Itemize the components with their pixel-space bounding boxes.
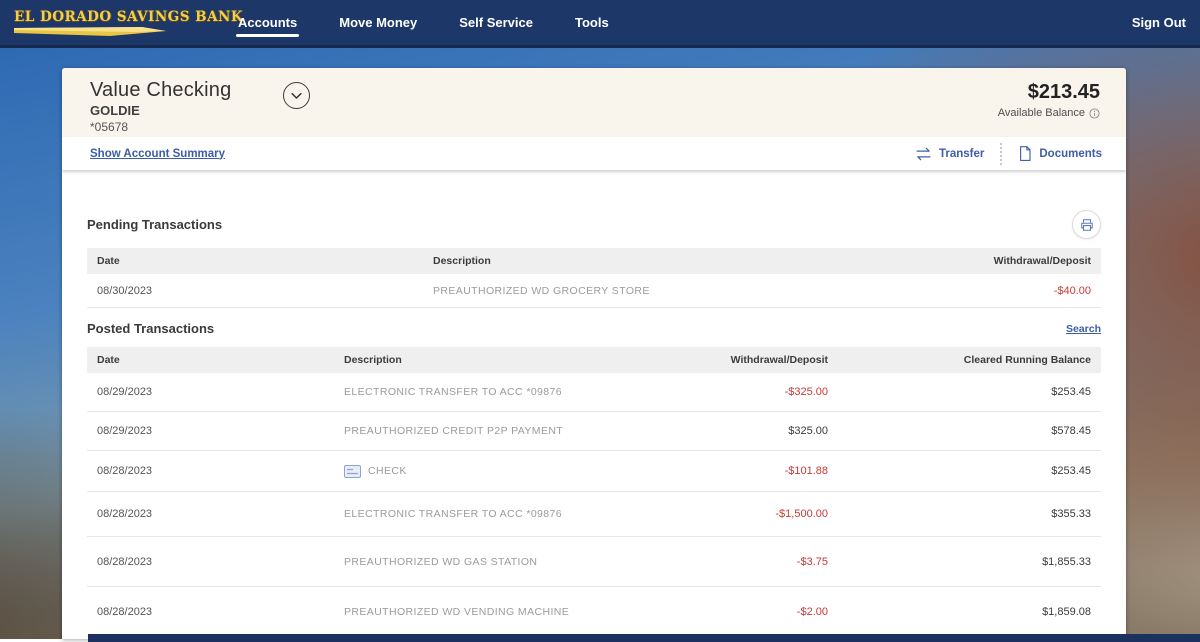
- nav-item-self-service[interactable]: Self Service: [457, 1, 535, 44]
- transaction-row[interactable]: 08/29/2023ELECTRONIC TRANSFER TO ACC *09…: [87, 373, 1101, 412]
- transaction-description: CHECK: [344, 465, 608, 478]
- transaction-description-text: PREAUTHORIZED WD GROCERY STORE: [433, 285, 650, 297]
- check-icon: [344, 465, 361, 478]
- transaction-running-balance: $578.45: [838, 425, 1101, 437]
- transaction-date: 08/30/2023: [87, 285, 433, 297]
- posted-transactions-title: Posted Transactions: [87, 321, 214, 336]
- transaction-description-text: PREAUTHORIZED CREDIT P2P PAYMENT: [344, 425, 563, 437]
- pending-transactions-table: Date Description Withdrawal/Deposit 08/3…: [87, 248, 1101, 308]
- transfer-icon: [915, 147, 932, 161]
- transaction-amount: -$2.00: [608, 606, 838, 618]
- transaction-date: 08/29/2023: [87, 425, 344, 437]
- sign-out-button[interactable]: Sign Out: [1132, 15, 1186, 30]
- transaction-amount: $325.00: [608, 425, 838, 437]
- transaction-description-text: ELECTRONIC TRANSFER TO ACC *09876: [344, 386, 562, 398]
- transaction-date: 08/28/2023: [87, 606, 344, 618]
- transaction-row[interactable]: 08/30/2023PREAUTHORIZED WD GROCERY STORE…: [87, 274, 1101, 308]
- transaction-description: PREAUTHORIZED WD VENDING MACHINE: [344, 606, 608, 618]
- transaction-description: PREAUTHORIZED CREDIT P2P PAYMENT: [344, 425, 608, 437]
- transaction-date: 08/28/2023: [87, 508, 344, 520]
- page-background: Value Checking GOLDIE *05678 $213.45 Ava…: [0, 48, 1200, 639]
- account-number: *05678: [90, 120, 231, 134]
- posted-transactions-table: Date Description Withdrawal/Deposit Clea…: [87, 347, 1101, 637]
- transaction-date: 08/29/2023: [87, 386, 344, 398]
- documents-button[interactable]: Documents: [1018, 146, 1102, 161]
- transaction-row[interactable]: 08/28/2023ELECTRONIC TRANSFER TO ACC *09…: [87, 492, 1101, 537]
- account-header: Value Checking GOLDIE *05678 $213.45 Ava…: [62, 68, 1126, 137]
- account-card: Value Checking GOLDIE *05678 $213.45 Ava…: [62, 68, 1126, 639]
- transaction-amount: -$101.88: [608, 465, 838, 477]
- bank-logo-text: EL DORADO SAVINGS BANK: [14, 9, 174, 25]
- transaction-row[interactable]: 08/28/2023PREAUTHORIZED WD GAS STATION -$…: [87, 537, 1101, 587]
- transaction-description: PREAUTHORIZED WD GROCERY STORE: [433, 285, 841, 297]
- transaction-amount: -$1,500.00: [608, 508, 838, 520]
- transactions-content: Pending Transactions Date Description Wi…: [62, 210, 1126, 637]
- account-nickname: GOLDIE: [90, 103, 231, 118]
- transaction-description-text: PREAUTHORIZED WD GAS STATION: [344, 556, 537, 568]
- chevron-down-icon: [289, 88, 304, 103]
- printer-icon: [1080, 218, 1094, 232]
- available-balance-amount: $213.45: [998, 81, 1100, 104]
- nav-item-tools[interactable]: Tools: [573, 1, 611, 44]
- action-divider: [1000, 143, 1002, 165]
- account-selector-chevron[interactable]: [283, 82, 310, 109]
- top-nav: EL DORADO SAVINGS BANK Accounts Move Mon…: [0, 0, 1200, 48]
- transaction-date: 08/28/2023: [87, 465, 344, 477]
- transaction-running-balance: $253.45: [838, 465, 1101, 477]
- document-icon: [1018, 146, 1032, 161]
- transfer-button[interactable]: Transfer: [915, 147, 984, 161]
- info-icon[interactable]: [1089, 108, 1100, 119]
- search-link[interactable]: Search: [1066, 323, 1101, 335]
- bank-logo[interactable]: EL DORADO SAVINGS BANK: [14, 9, 174, 36]
- account-name: Value Checking: [90, 79, 231, 102]
- transaction-amount: -$3.75: [608, 556, 838, 568]
- available-balance-label: Available Balance: [998, 107, 1085, 119]
- pending-transactions-title: Pending Transactions: [87, 217, 222, 232]
- show-account-summary-link[interactable]: Show Account Summary: [90, 148, 225, 160]
- transaction-date: 08/28/2023: [87, 556, 344, 568]
- transaction-description: ELECTRONIC TRANSFER TO ACC *09876: [344, 386, 608, 398]
- nav-items: Accounts Move Money Self Service Tools: [236, 1, 611, 44]
- transaction-row[interactable]: 08/28/2023PREAUTHORIZED WD VENDING MACHI…: [87, 587, 1101, 637]
- transaction-description: ELECTRONIC TRANSFER TO ACC *09876: [344, 508, 608, 520]
- transaction-row[interactable]: 08/29/2023PREAUTHORIZED CREDIT P2P PAYME…: [87, 412, 1101, 451]
- print-button[interactable]: [1072, 210, 1101, 239]
- posted-table-header: Date Description Withdrawal/Deposit Clea…: [87, 347, 1101, 373]
- pending-table-header: Date Description Withdrawal/Deposit: [87, 248, 1101, 274]
- transaction-description: PREAUTHORIZED WD GAS STATION: [344, 556, 608, 568]
- logo-swoosh-icon: [14, 27, 166, 36]
- transaction-running-balance: $1,859.08: [838, 606, 1101, 618]
- transaction-description-text: CHECK: [368, 465, 407, 477]
- account-link-bar: Show Account Summary Transfer Documents: [62, 137, 1126, 170]
- transaction-running-balance: $1,855.33: [838, 556, 1101, 568]
- bottom-bar: [88, 634, 1200, 642]
- nav-item-move-money[interactable]: Move Money: [337, 1, 419, 44]
- nav-item-accounts[interactable]: Accounts: [236, 1, 299, 44]
- transaction-row[interactable]: 08/28/2023 CHECK -$101.88$253.45: [87, 451, 1101, 492]
- transaction-running-balance: $253.45: [838, 386, 1101, 398]
- transaction-description-text: PREAUTHORIZED WD VENDING MACHINE: [344, 606, 569, 618]
- transaction-amount: -$325.00: [608, 386, 838, 398]
- transaction-description-text: ELECTRONIC TRANSFER TO ACC *09876: [344, 508, 562, 520]
- transaction-running-balance: $355.33: [838, 508, 1101, 520]
- transaction-amount: -$40.00: [841, 285, 1101, 297]
